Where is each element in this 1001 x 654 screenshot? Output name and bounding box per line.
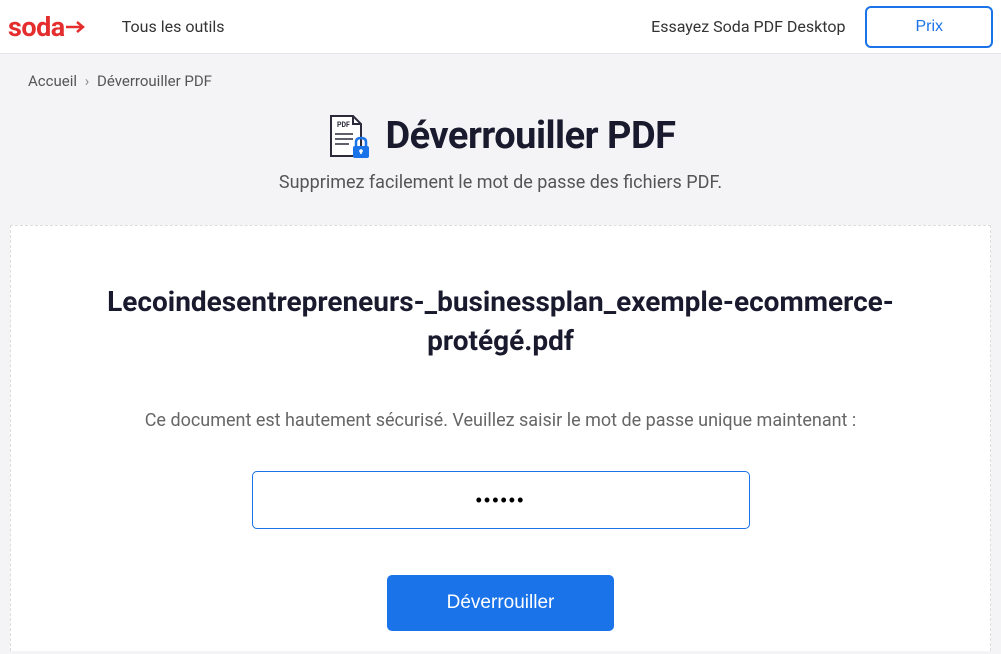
nav-desktop[interactable]: Essayez Soda PDF Desktop bbox=[651, 17, 845, 36]
price-button[interactable]: Prix bbox=[865, 6, 993, 48]
header: soda Tous les outils Essayez Soda PDF De… bbox=[0, 0, 1001, 54]
logo-text: soda bbox=[8, 11, 65, 43]
breadcrumb-home[interactable]: Accueil bbox=[28, 72, 77, 90]
unlock-button[interactable]: Déverrouiller bbox=[387, 575, 615, 631]
chevron-right-icon: › bbox=[85, 72, 90, 90]
pdf-lock-icon: PDF bbox=[325, 112, 371, 160]
nav-tools[interactable]: Tous les outils bbox=[122, 17, 225, 36]
page-subtitle: Supprimez facilement le mot de passe des… bbox=[0, 172, 1001, 193]
file-name: Lecoindesentrepreneurs-_businessplan_exe… bbox=[71, 282, 930, 360]
logo[interactable]: soda bbox=[8, 11, 86, 43]
password-input[interactable] bbox=[252, 471, 750, 529]
breadcrumb-current[interactable]: Déverrouiller PDF bbox=[97, 72, 212, 90]
svg-text:PDF: PDF bbox=[337, 121, 350, 129]
breadcrumb: Accueil › Déverrouiller PDF bbox=[0, 54, 1001, 90]
page-title: Déverrouiller PDF bbox=[385, 114, 675, 158]
unlock-card: Lecoindesentrepreneurs-_businessplan_exe… bbox=[10, 225, 991, 651]
hero-title-row: PDF Déverrouiller PDF bbox=[0, 112, 1001, 160]
hero: PDF Déverrouiller PDF Supprimez facileme… bbox=[0, 90, 1001, 217]
arrow-right-icon bbox=[66, 20, 86, 34]
password-prompt: Ce document est hautement sécurisé. Veui… bbox=[71, 410, 930, 431]
